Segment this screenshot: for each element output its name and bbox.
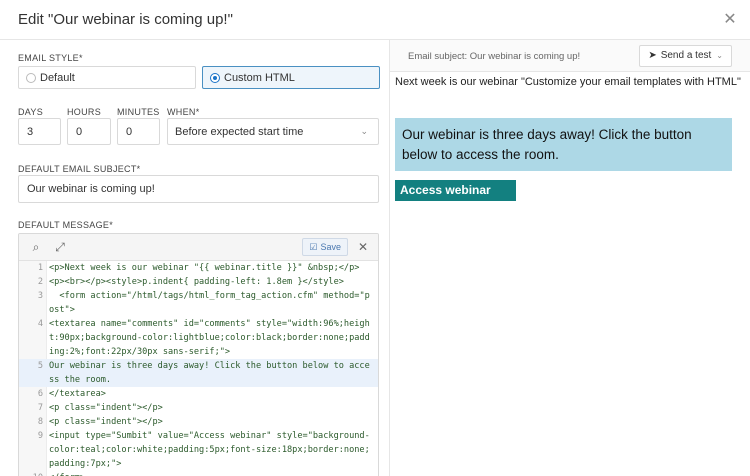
editor-toolbar: ⌕ ⤢ ☑ Save ✕	[19, 234, 378, 261]
subject-input[interactable]: Our webinar is coming up!	[18, 175, 379, 203]
dialog-header: Edit "Our webinar is coming up!" ✕	[0, 0, 750, 40]
code-line[interactable]: 4 <textarea name="comments" id="comments"…	[19, 317, 378, 359]
hours-input[interactable]: 0	[67, 118, 111, 145]
preview-subject-bar: Email subject: Our webinar is coming up!…	[390, 40, 750, 72]
code-line[interactable]: 9 <input type="Sumbit" value="Access webi…	[19, 429, 378, 471]
code-line[interactable]: 1 <p>Next week is our webinar "{{ webinar…	[19, 261, 378, 275]
settings-panel: EMAIL STYLE* Default Custom HTML DAYS HO…	[0, 40, 390, 476]
days-input[interactable]: 3	[18, 118, 61, 145]
style-option-custom-html[interactable]: Custom HTML	[202, 66, 380, 89]
dialog-title: Edit "Our webinar is coming up!"	[18, 11, 233, 28]
line-number: 10	[19, 471, 43, 476]
line-number: 4	[37, 319, 43, 329]
code-line[interactable]: 5 Our webinar is three days away! Click t…	[19, 359, 378, 387]
code-line[interactable]: 10</form>	[19, 471, 378, 476]
code-line-text: <p class="indent"></p>	[49, 417, 163, 427]
expand-icon[interactable]: ⤢	[51, 238, 69, 256]
radio-default[interactable]	[26, 73, 36, 83]
send-test-label: Send a test	[660, 50, 712, 61]
when-label: WHEN*	[167, 107, 200, 117]
message-label: DEFAULT MESSAGE*	[18, 220, 113, 230]
code-line[interactable]: 6 </textarea>	[19, 387, 378, 401]
preview-callout: Our webinar is three days away! Click th…	[395, 118, 732, 171]
code-line-text: <form action="/html/tags/html_form_tag_a…	[49, 291, 370, 315]
code-line-text: <textarea name="comments" id="comments" …	[49, 319, 370, 357]
style-option-custom-html-label: Custom HTML	[224, 72, 295, 84]
minutes-label: MINUTES	[117, 107, 160, 117]
line-number: 5	[37, 361, 43, 371]
code-line-text: <p>Next week is our webinar "{{ webinar.…	[49, 263, 360, 273]
code-line-text: <p><br></p><style>p.indent{ padding-left…	[49, 277, 344, 287]
hours-label: HOURS	[67, 107, 102, 117]
preview-subject: Email subject: Our webinar is coming up!	[408, 51, 581, 62]
line-number: 2	[37, 277, 43, 287]
code-line-text: <p class="indent"></p>	[49, 403, 163, 413]
close-icon[interactable]: ✕	[722, 12, 738, 28]
when-select[interactable]: Before expected start time ⌄	[167, 118, 379, 145]
search-icon[interactable]: ⌕	[27, 238, 45, 256]
html-editor[interactable]: ⌕ ⤢ ☑ Save ✕ 1 <p>Next week is our webinar…	[18, 233, 379, 476]
send-icon: ➤	[648, 50, 657, 61]
days-label: DAYS	[18, 107, 44, 117]
style-option-default[interactable]: Default	[18, 66, 196, 89]
code-line[interactable]: 2 <p><br></p><style>p.indent{ padding-lef…	[19, 275, 378, 289]
when-select-value: Before expected start time	[175, 126, 304, 138]
preview-intro: Next week is our webinar "Customize your…	[395, 76, 741, 88]
line-number: 9	[37, 431, 43, 441]
code-area[interactable]: 1 <p>Next week is our webinar "{{ webinar…	[19, 261, 378, 476]
save-button-label: Save	[320, 242, 341, 252]
code-line[interactable]: 8 <p class="indent"></p>	[19, 415, 378, 429]
access-webinar-button[interactable]: Access webinar	[395, 180, 516, 201]
line-number: 1	[37, 263, 43, 273]
code-line-text: <input type="Sumbit" value="Access webin…	[49, 431, 370, 469]
line-number: 3	[37, 291, 43, 301]
minutes-input[interactable]: 0	[117, 118, 160, 145]
save-button[interactable]: ☑ Save	[302, 238, 348, 256]
style-option-default-label: Default	[40, 72, 75, 84]
preview-panel: Email subject: Our webinar is coming up!…	[390, 40, 750, 476]
code-line-text: Our webinar is three days away! Click th…	[49, 361, 370, 385]
close-editor-icon[interactable]: ✕	[354, 238, 372, 256]
line-number: 6	[37, 389, 43, 399]
line-number: 8	[37, 417, 43, 427]
code-line-text: </textarea>	[49, 389, 106, 399]
check-icon: ☑	[309, 242, 318, 252]
subject-label: DEFAULT EMAIL SUBJECT*	[18, 164, 141, 174]
radio-custom-html[interactable]	[210, 73, 220, 83]
code-line[interactable]: 3 <form action="/html/tags/html_form_tag…	[19, 289, 378, 317]
chevron-down-icon: ⌄	[716, 51, 723, 60]
line-number: 7	[37, 403, 43, 413]
chevron-down-icon: ⌄	[360, 126, 368, 136]
email-style-label: EMAIL STYLE*	[18, 53, 83, 63]
send-test-button[interactable]: ➤ Send a test ⌄	[639, 45, 732, 67]
code-line[interactable]: 7 <p class="indent"></p>	[19, 401, 378, 415]
